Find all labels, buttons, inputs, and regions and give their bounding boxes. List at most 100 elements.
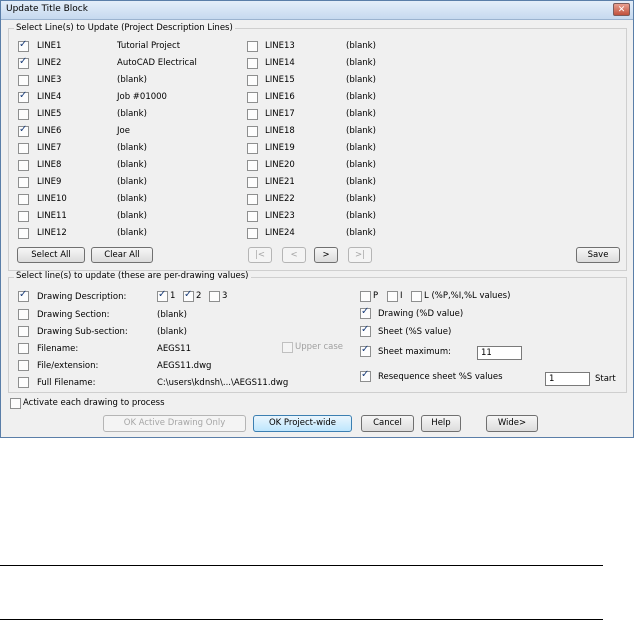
- resequence-label: Resequence sheet %S values: [378, 372, 503, 382]
- drawing-row-checkbox[interactable]: [18, 343, 29, 354]
- line-checkbox[interactable]: [18, 56, 29, 69]
- wide-button[interactable]: Wide>: [486, 415, 538, 432]
- line-checkbox[interactable]: [18, 143, 29, 154]
- drawing-row-checkbox[interactable]: [18, 309, 29, 320]
- line-checkbox[interactable]: [18, 160, 29, 171]
- line-checkbox[interactable]: [247, 177, 258, 188]
- drawing-row-label: Filename:: [37, 344, 79, 354]
- line-value: (blank): [346, 177, 376, 187]
- drawing-value-checkbox[interactable]: [360, 306, 371, 319]
- drawing-row-value: AEGS11.dwg: [157, 361, 212, 371]
- start-value-input[interactable]: 1: [545, 372, 590, 386]
- line-checkbox[interactable]: [18, 109, 29, 120]
- line-checkbox[interactable]: [247, 160, 258, 171]
- p-value-label: P: [373, 291, 379, 301]
- drawing-row-checkbox[interactable]: [18, 377, 29, 388]
- line-value: (blank): [117, 177, 147, 187]
- line-checkbox[interactable]: [247, 41, 258, 52]
- drawing-row-label: Full Filename:: [37, 378, 96, 388]
- line-checkbox[interactable]: [247, 58, 258, 69]
- line-checkbox[interactable]: [18, 194, 29, 205]
- line-value: (blank): [346, 109, 376, 119]
- line-name: LINE13: [265, 41, 295, 51]
- line-checkbox[interactable]: [247, 143, 258, 154]
- line-checkbox[interactable]: [18, 90, 29, 103]
- line-value: (blank): [117, 143, 147, 153]
- line-checkbox[interactable]: [18, 211, 29, 222]
- ok-active-drawing-button[interactable]: OK Active Drawing Only: [103, 415, 246, 432]
- select-all-button[interactable]: Select All: [17, 247, 85, 263]
- line-name: LINE19: [265, 143, 295, 153]
- line-checkbox[interactable]: [18, 124, 29, 137]
- sheet-maximum-checkbox[interactable]: [360, 344, 371, 357]
- line-checkbox[interactable]: [247, 92, 258, 103]
- line-name: LINE5: [37, 109, 62, 119]
- line-value: (blank): [117, 194, 147, 204]
- desc-part-2-label: 2: [196, 291, 202, 301]
- activate-each-label: Activate each drawing to process: [23, 398, 165, 408]
- desc-part-1-checkbox[interactable]: [157, 289, 168, 302]
- help-button[interactable]: Help: [421, 415, 461, 432]
- drawing-row-label: File/extension:: [37, 361, 99, 371]
- dialog-title: Update Title Block: [6, 4, 88, 14]
- drawing-row-label: Drawing Section:: [37, 310, 110, 320]
- line-name: LINE11: [37, 211, 67, 221]
- line-checkbox[interactable]: [18, 75, 29, 86]
- line-value: (blank): [117, 160, 147, 170]
- line-name: LINE17: [265, 109, 295, 119]
- desc-part-2-checkbox[interactable]: [183, 289, 194, 302]
- line-checkbox[interactable]: [247, 211, 258, 222]
- desc-part-3-label: 3: [222, 291, 228, 301]
- drawing-row-checkbox[interactable]: [18, 289, 29, 302]
- resequence-checkbox[interactable]: [360, 369, 371, 382]
- save-button[interactable]: Save: [576, 247, 620, 263]
- line-name: LINE2: [37, 58, 62, 68]
- drawing-row-checkbox[interactable]: [18, 326, 29, 337]
- last-page-button[interactable]: >|: [348, 247, 372, 263]
- desc-part-1-label: 1: [170, 291, 176, 301]
- desc-part-3-checkbox[interactable]: [209, 291, 220, 302]
- ok-project-wide-button[interactable]: OK Project-wide: [253, 415, 352, 432]
- drawing-row-label: Drawing Sub-section:: [37, 327, 128, 337]
- line-value: (blank): [117, 109, 147, 119]
- line-value: Job #01000: [117, 92, 167, 102]
- drawing-row-value: AEGS11: [157, 344, 191, 354]
- sheet-maximum-label: Sheet maximum:: [378, 347, 451, 357]
- p-value-checkbox[interactable]: [360, 291, 371, 302]
- first-page-button[interactable]: |<: [248, 247, 272, 263]
- close-button[interactable]: ✕: [613, 3, 630, 16]
- project-lines-group-label: Select Line(s) to Update (Project Descri…: [14, 23, 235, 33]
- line-checkbox[interactable]: [247, 126, 258, 137]
- l-value-checkbox[interactable]: [411, 291, 422, 302]
- line-value: Joe: [117, 126, 130, 136]
- line-value: (blank): [346, 143, 376, 153]
- drawing-values-group-label: Select line(s) to update (these are per-…: [14, 271, 251, 281]
- line-value: (blank): [346, 126, 376, 136]
- activate-each-checkbox[interactable]: [10, 398, 21, 409]
- clear-all-button[interactable]: Clear All: [91, 247, 153, 263]
- upper-case-checkbox[interactable]: [282, 342, 293, 353]
- line-checkbox[interactable]: [247, 109, 258, 120]
- update-title-block-dialog: Update Title Block ✕ Select Line(s) to U…: [0, 0, 634, 438]
- i-value-label: I: [400, 291, 403, 301]
- sheet-maximum-input[interactable]: 11: [477, 346, 522, 360]
- line-value: (blank): [346, 228, 376, 238]
- sheet-value-checkbox[interactable]: [360, 324, 371, 337]
- line-value: Tutorial Project: [117, 41, 181, 51]
- next-page-button[interactable]: >: [314, 247, 338, 263]
- sheet-value-label: Sheet (%S value): [378, 327, 452, 337]
- drawing-row-checkbox[interactable]: [18, 360, 29, 371]
- line-name: LINE1: [37, 41, 62, 51]
- cancel-button[interactable]: Cancel: [361, 415, 414, 432]
- line-checkbox[interactable]: [18, 177, 29, 188]
- i-value-checkbox[interactable]: [387, 291, 398, 302]
- line-value: (blank): [346, 75, 376, 85]
- line-checkbox[interactable]: [247, 194, 258, 205]
- line-checkbox[interactable]: [247, 228, 258, 239]
- line-checkbox[interactable]: [247, 75, 258, 86]
- line-checkbox[interactable]: [18, 39, 29, 52]
- prev-page-button[interactable]: <: [282, 247, 306, 263]
- line-name: LINE16: [265, 92, 295, 102]
- line-name: LINE9: [37, 177, 62, 187]
- line-checkbox[interactable]: [18, 228, 29, 239]
